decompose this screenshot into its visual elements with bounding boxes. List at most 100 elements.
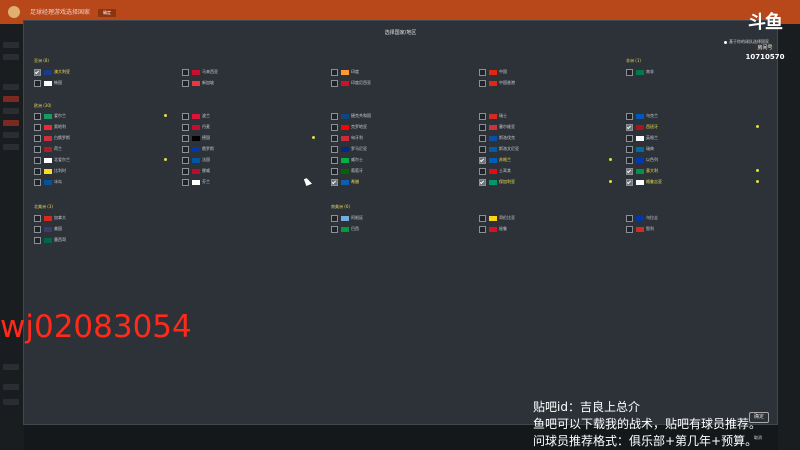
checkbox[interactable]	[331, 112, 338, 120]
sidebar-item[interactable]	[3, 42, 19, 48]
country-option[interactable]: 中国香港	[479, 79, 515, 87]
sidebar-item[interactable]	[3, 144, 19, 150]
country-option[interactable]: 土耳其	[479, 167, 511, 175]
checkbox[interactable]	[34, 79, 41, 87]
sidebar-item[interactable]	[3, 364, 19, 370]
country-option[interactable]: 阿根廷	[331, 214, 363, 222]
checkbox[interactable]	[34, 68, 41, 76]
country-option[interactable]: 法国	[182, 156, 210, 164]
country-option[interactable]: 韩国	[34, 79, 62, 87]
country-option[interactable]: 罗马尼亚	[331, 145, 367, 153]
checkbox[interactable]	[331, 225, 338, 233]
title-bar-button[interactable]: 确定	[98, 9, 116, 17]
checkbox[interactable]	[331, 214, 338, 222]
checkbox[interactable]	[479, 156, 486, 164]
country-option[interactable]: 印度	[331, 68, 359, 76]
country-option[interactable]: 爱尔兰	[34, 112, 66, 120]
sidebar-item[interactable]	[3, 384, 19, 390]
country-option[interactable]: 丹麦	[182, 123, 210, 131]
country-option[interactable]: 北爱尔兰	[34, 156, 70, 164]
country-option[interactable]: 捷克共和国	[331, 112, 371, 120]
checkbox[interactable]	[34, 156, 41, 164]
country-option[interactable]: 巴西	[331, 225, 359, 233]
checkbox[interactable]	[626, 156, 633, 164]
country-option[interactable]: 白俄罗斯	[34, 134, 70, 142]
checkbox[interactable]	[182, 79, 189, 87]
checkbox[interactable]	[479, 178, 486, 186]
checkbox[interactable]	[479, 225, 486, 233]
country-option[interactable]: 英格兰	[626, 134, 658, 142]
checkbox[interactable]	[331, 156, 338, 164]
country-option[interactable]: 乌克兰	[626, 112, 658, 120]
checkbox[interactable]	[479, 79, 486, 87]
country-option[interactable]: 加拿大	[34, 214, 66, 222]
country-option[interactable]: 奥地利	[34, 123, 66, 131]
country-option[interactable]: 波兰	[182, 112, 210, 120]
country-option[interactable]: 挪威	[182, 167, 210, 175]
country-option[interactable]: 俄罗斯	[182, 145, 214, 153]
checkbox[interactable]	[331, 178, 338, 186]
checkbox[interactable]	[626, 145, 633, 153]
country-option[interactable]: 比利时	[34, 167, 66, 175]
country-option[interactable]: 匈牙利	[331, 134, 363, 142]
checkbox[interactable]	[626, 134, 633, 142]
checkbox[interactable]	[479, 123, 486, 131]
checkbox[interactable]	[626, 123, 633, 131]
checkbox[interactable]	[34, 225, 41, 233]
checkbox[interactable]	[479, 145, 486, 153]
country-option[interactable]: 葡萄牙	[331, 167, 363, 175]
checkbox[interactable]	[479, 112, 486, 120]
checkbox[interactable]	[626, 178, 633, 186]
checkbox[interactable]	[479, 167, 486, 175]
country-option[interactable]: 斯洛伐克	[479, 134, 515, 142]
country-option[interactable]: 威尔士	[331, 156, 363, 164]
sidebar-item[interactable]	[3, 54, 19, 60]
country-option[interactable]: 乌拉圭	[626, 214, 658, 222]
checkbox[interactable]	[331, 123, 338, 131]
sidebar-item[interactable]	[3, 120, 19, 126]
country-option[interactable]: 芬兰	[182, 178, 210, 186]
checkbox[interactable]	[331, 167, 338, 175]
checkbox[interactable]	[34, 123, 41, 131]
checkbox[interactable]	[331, 145, 338, 153]
country-option[interactable]: 瑞士	[479, 112, 507, 120]
country-option[interactable]: 斯洛文尼亚	[479, 145, 519, 153]
checkbox[interactable]	[34, 134, 41, 142]
checkbox[interactable]	[626, 112, 633, 120]
country-option[interactable]: 保加利亚	[479, 178, 515, 186]
checkbox[interactable]	[626, 214, 633, 222]
checkbox[interactable]	[331, 68, 338, 76]
country-option[interactable]: 格鲁吉亚	[626, 178, 662, 186]
checkbox[interactable]	[182, 178, 189, 186]
country-option[interactable]: 墨西哥	[34, 236, 66, 244]
checkbox[interactable]	[182, 123, 189, 131]
checkbox[interactable]	[34, 178, 41, 186]
checkbox[interactable]	[182, 68, 189, 76]
checkbox[interactable]	[34, 214, 41, 222]
sidebar-item[interactable]	[3, 132, 19, 138]
checkbox[interactable]	[34, 236, 41, 244]
checkbox[interactable]	[479, 134, 486, 142]
country-option[interactable]: 马来西亚	[182, 68, 218, 76]
checkbox[interactable]	[182, 167, 189, 175]
checkbox[interactable]	[626, 68, 633, 76]
checkbox[interactable]	[479, 214, 486, 222]
checkbox[interactable]	[331, 134, 338, 142]
checkbox[interactable]	[34, 145, 41, 153]
country-option[interactable]: 哥伦比亚	[479, 214, 515, 222]
checkbox[interactable]	[34, 112, 41, 120]
country-option[interactable]: 瑞典	[626, 145, 654, 153]
checkbox[interactable]	[479, 68, 486, 76]
checkbox[interactable]	[626, 225, 633, 233]
checkbox[interactable]	[182, 156, 189, 164]
country-option[interactable]: 荷兰	[34, 145, 62, 153]
sidebar-item[interactable]	[3, 108, 19, 114]
checkbox[interactable]	[182, 134, 189, 142]
country-option[interactable]: 克罗地亚	[331, 123, 367, 131]
country-option[interactable]: 冰岛	[34, 178, 62, 186]
sidebar-item[interactable]	[3, 96, 19, 102]
checkbox[interactable]	[626, 167, 633, 175]
checkbox[interactable]	[34, 167, 41, 175]
country-option[interactable]: 秘鲁	[479, 225, 507, 233]
country-option[interactable]: 印度尼西亚	[331, 79, 371, 87]
